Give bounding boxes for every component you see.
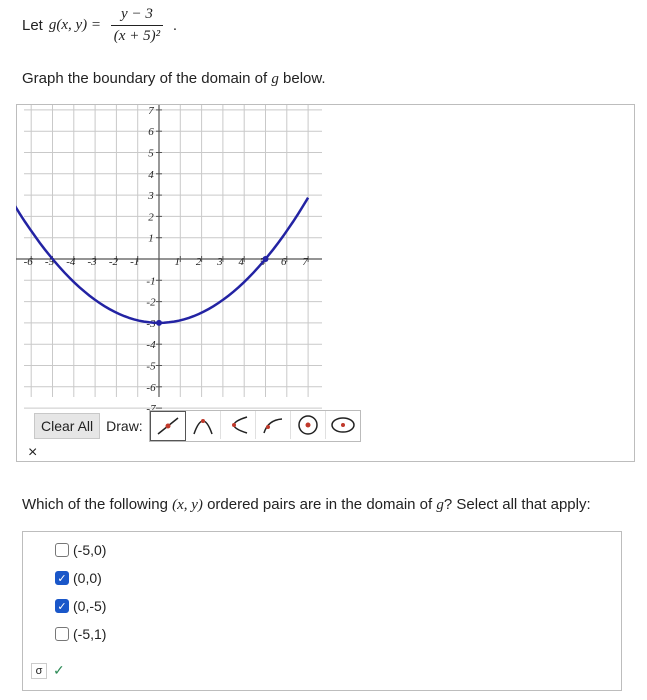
parabola-tool-icon[interactable] [186, 411, 221, 439]
line-tool-icon[interactable] [149, 411, 186, 441]
curve-point[interactable] [262, 256, 269, 262]
question-text: Graph the boundary of the domain of [22, 70, 268, 87]
checkbox-option-4[interactable] [55, 627, 69, 641]
y-tick-label: -6 [146, 382, 156, 394]
correct-check-icon: ✓ [53, 662, 65, 678]
checkbox-option-1[interactable] [55, 543, 69, 557]
option-label: (0,-5) [73, 598, 107, 614]
checkbox-option-3[interactable]: ✓ [55, 599, 69, 613]
option-label: (0,0) [73, 570, 102, 586]
ellipse-tool-icon[interactable] [326, 411, 360, 439]
x-tick-label: 2 [196, 256, 202, 268]
math-symbol-icon[interactable]: σ [31, 662, 47, 679]
y-tick-label: 2 [148, 211, 154, 223]
x-tick-label: -2 [109, 256, 119, 268]
grid [24, 105, 322, 409]
draw-toolbar: Clear All Draw: [34, 410, 361, 442]
y-tick-label: 5 [148, 148, 154, 160]
question2-text-end: ? Select all that apply: [443, 496, 591, 513]
question2-text: Which of the following [22, 496, 168, 513]
x-tick-label: -3 [88, 256, 98, 268]
question2-var: g [436, 497, 444, 513]
y-tick-label: 3 [147, 190, 154, 202]
axes [16, 105, 322, 409]
x-tick-label: -4 [66, 256, 76, 268]
options-panel: (-5,0) ✓ (0,0) ✓ (0,-5) (-5,1) σ ✓ [22, 531, 622, 691]
x-tick-label: 6 [281, 256, 287, 268]
y-tick-label: -4 [146, 339, 156, 351]
circle-tool-icon[interactable] [291, 411, 326, 439]
x-tick-label: -1 [130, 256, 139, 268]
denominator: (x + 5)² [113, 28, 161, 44]
question-var: g [271, 71, 279, 87]
question-graph: Graph the boundary of the domain of g be… [22, 70, 326, 88]
prompt-lead: Let [22, 17, 43, 34]
option-row[interactable]: ✓ (0,0) [55, 570, 102, 586]
question-text-end: below. [283, 70, 326, 87]
answer-status: σ ✓ [31, 662, 65, 679]
horizontal-parabola-tool-icon[interactable] [221, 411, 256, 439]
question-domain: Which of the following (x, y) ordered pa… [22, 496, 591, 514]
x-tick-label: 7 [302, 256, 308, 268]
y-tick-label: 7 [148, 105, 154, 117]
close-icon[interactable]: × [28, 444, 37, 462]
y-tick-label: -2 [146, 297, 156, 309]
prompt: Let g(x, y) = y − 3 (x + 5)² . [22, 6, 177, 45]
y-tick-label: 4 [148, 169, 154, 181]
question2-text-mid: ordered pairs are in the domain of [207, 496, 433, 513]
question2-pair: (x, y) [172, 497, 203, 513]
numerator: y − 3 [111, 6, 163, 26]
option-label: (-5,1) [73, 626, 107, 642]
curve-tool-icon[interactable] [256, 411, 291, 439]
graph-canvas[interactable]: -7-6-5-4-3-2-112345677654321-1-2-3-4-5-6… [16, 104, 635, 462]
y-tick-label: -1 [146, 275, 155, 287]
fraction: y − 3 (x + 5)² [111, 6, 163, 45]
y-tick-label: 1 [148, 233, 154, 245]
function-name: g(x, y) = [48, 17, 102, 33]
clear-all-button[interactable]: Clear All [34, 413, 101, 439]
draw-tools [148, 410, 361, 442]
prompt-trail: . [172, 17, 177, 34]
option-row[interactable]: ✓ (0,-5) [55, 598, 106, 614]
option-label: (-5,0) [73, 542, 107, 558]
option-row[interactable]: (-5,1) [55, 626, 106, 642]
curve-point[interactable] [156, 319, 162, 326]
draw-label: Draw: [106, 418, 143, 434]
option-row[interactable]: (-5,0) [55, 542, 106, 558]
x-tick-label: 4 [238, 256, 244, 268]
x-tick-label: 3 [216, 256, 223, 268]
y-tick-label: 6 [148, 126, 154, 138]
x-tick-label: -6 [24, 256, 34, 268]
checkbox-option-2[interactable]: ✓ [55, 571, 69, 585]
x-tick-label: 1 [175, 256, 181, 268]
y-tick-label: -5 [146, 361, 156, 373]
